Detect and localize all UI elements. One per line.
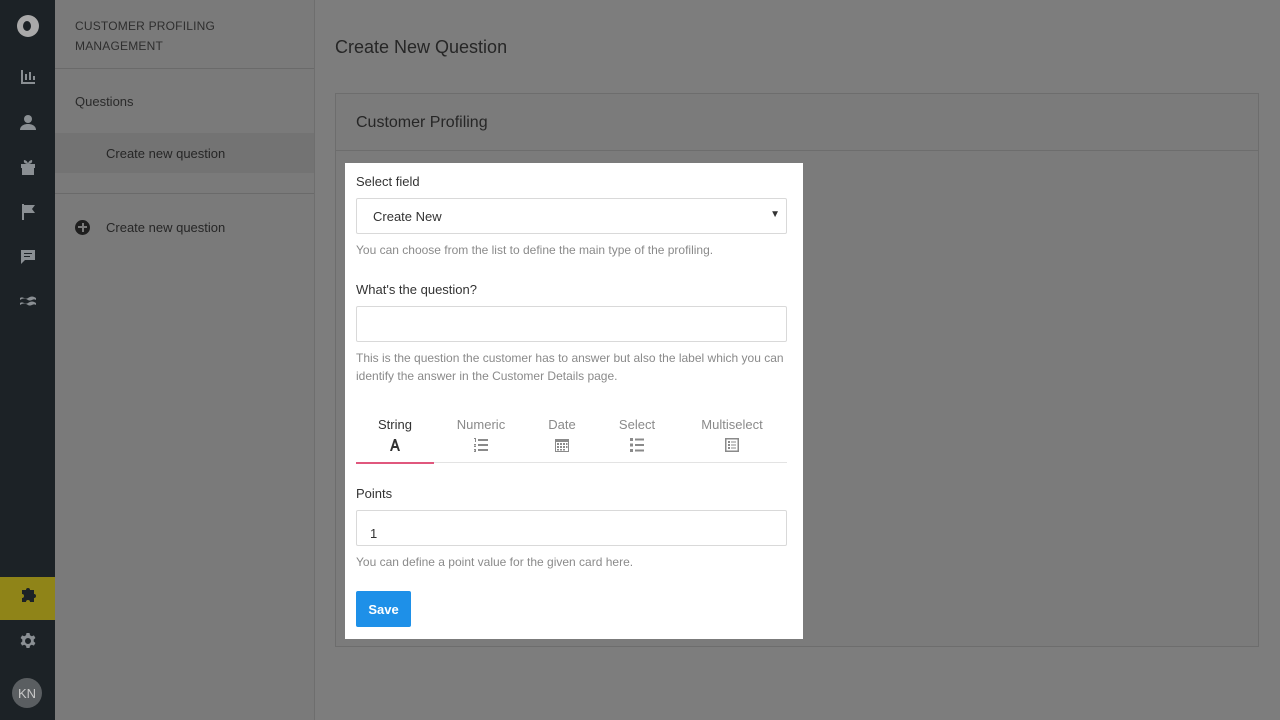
nav-dashboard[interactable]: [0, 57, 55, 102]
sidebar-item-questions[interactable]: Questions: [75, 94, 134, 109]
nav-customers[interactable]: [0, 102, 55, 147]
sidebar-subitem-label: Create new question: [106, 146, 226, 161]
dashboard-icon: [19, 68, 37, 91]
avatar[interactable]: KN: [12, 678, 42, 708]
tab-multiselect[interactable]: Multiselect: [692, 413, 772, 463]
select-field-dropdown[interactable]: Create New ▼: [356, 198, 787, 234]
numbered-list-icon: [473, 437, 489, 453]
secondary-sidebar: CUSTOMER PROFILING MANAGEMENT Questions …: [55, 0, 315, 720]
checklist-icon: [724, 437, 740, 453]
bullet-list-icon: [629, 437, 645, 453]
tab-date-label: Date: [548, 417, 576, 432]
nav-activity[interactable]: [0, 282, 55, 327]
create-new-question-label: Create new question: [106, 219, 226, 235]
tab-select-label: Select: [618, 417, 656, 432]
message-icon: [19, 248, 37, 271]
answer-type-tabs: String Numeric Date Select Multiselect: [356, 413, 787, 464]
letter-a-icon: [387, 437, 403, 453]
plus-circle-icon: [75, 219, 90, 235]
sidebar-subitem-create-new-question[interactable]: Create new question: [55, 133, 314, 173]
app-logo[interactable]: [0, 0, 55, 52]
page-title: Create New Question: [335, 37, 508, 57]
select-field-value: Create New: [373, 209, 442, 224]
sidebar-divider: [55, 193, 314, 194]
nav-campaigns[interactable]: [0, 192, 55, 237]
tab-string-label: String: [378, 417, 412, 432]
icon-rail: KN: [0, 0, 55, 720]
question-label: What's the question?: [356, 282, 477, 297]
sidebar-divider: [55, 68, 314, 69]
nav-rewards[interactable]: [0, 147, 55, 192]
question-help: This is the question the customer has to…: [356, 351, 784, 383]
nav-settings[interactable]: [0, 621, 55, 666]
caret-down-icon: ▼: [770, 209, 780, 220]
nav-plugins[interactable]: [0, 577, 55, 620]
tab-multiselect-label: Multiselect: [701, 417, 763, 432]
select-field-label: Select field: [356, 174, 420, 189]
logo-icon: [16, 15, 39, 37]
select-field-help: You can choose from the list to define t…: [356, 243, 714, 257]
puzzle-icon: [19, 587, 37, 610]
card-title: Customer Profiling: [336, 94, 1258, 151]
customers-icon: [19, 113, 37, 136]
sidebar-heading: CUSTOMER PROFILING MANAGEMENT: [75, 19, 216, 53]
tab-string[interactable]: String: [356, 413, 434, 464]
tab-select[interactable]: Select: [604, 413, 670, 463]
tab-numeric[interactable]: Numeric: [442, 413, 520, 463]
gear-icon: [19, 632, 37, 655]
calendar-icon: [554, 437, 570, 453]
tab-date[interactable]: Date: [526, 413, 598, 463]
question-input[interactable]: [356, 306, 787, 342]
gift-icon: [19, 158, 37, 181]
points-input[interactable]: [356, 510, 787, 546]
create-new-question-link[interactable]: Create new question: [75, 218, 225, 236]
create-question-form: Select field Create New ▼ You can choose…: [345, 163, 803, 639]
waves-icon: [19, 293, 37, 316]
points-help: You can define a point value for the giv…: [356, 555, 634, 569]
tab-numeric-label: Numeric: [456, 417, 506, 432]
points-label: Points: [356, 486, 393, 501]
nav-messages[interactable]: [0, 237, 55, 282]
flag-icon: [19, 203, 37, 226]
save-button[interactable]: Save: [356, 591, 411, 627]
